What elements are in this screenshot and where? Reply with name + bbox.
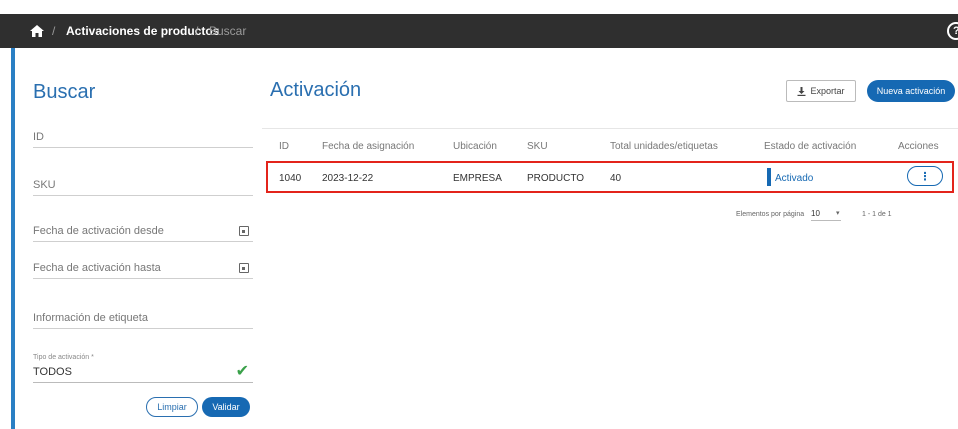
- id-field[interactable]: ID: [33, 126, 253, 148]
- column-header-estado-de-activacion[interactable]: Estado de activación: [764, 141, 856, 152]
- column-header-fecha-de-asignacion[interactable]: Fecha de asignación: [322, 141, 414, 152]
- id-field-placeholder: ID: [33, 131, 44, 143]
- tipo-activacion-value: TODOS: [33, 366, 72, 378]
- breadcrumb-separator: /: [52, 24, 56, 38]
- home-icon[interactable]: [30, 14, 44, 48]
- breadcrumb-current-buscar: Buscar: [209, 24, 247, 38]
- chevron-down-icon[interactable]: ▾: [836, 209, 840, 217]
- sku-field-placeholder: SKU: [33, 179, 56, 191]
- fecha-desde-placeholder: Fecha de activación desde: [33, 225, 164, 237]
- exportar-label: Exportar: [810, 86, 845, 96]
- column-header-id[interactable]: ID: [279, 141, 289, 152]
- limpiar-button[interactable]: Limpiar: [146, 397, 198, 417]
- sku-field[interactable]: SKU: [33, 174, 253, 196]
- page-title: Activación: [270, 79, 362, 101]
- info-etiqueta-placeholder: Información de etiqueta: [33, 312, 148, 324]
- column-header-acciones: Acciones: [898, 141, 939, 152]
- status-badge: Activado: [775, 173, 814, 184]
- validar-button[interactable]: Validar: [202, 397, 250, 417]
- fecha-hasta-field[interactable]: Fecha de activación hasta: [33, 257, 253, 279]
- help-circle-icon[interactable]: ?: [947, 22, 958, 40]
- tipo-activacion-select[interactable]: TODOS ✔: [33, 363, 253, 383]
- row-cell-total: 40: [610, 173, 622, 184]
- row-cell-fecha: 2023-12-22: [322, 173, 374, 184]
- check-icon: ✔: [235, 363, 249, 380]
- row-cell-sku: PRODUCTO: [527, 173, 585, 184]
- status-indicator: [767, 168, 771, 186]
- pagination-range: 1 - 1 de 1: [862, 211, 892, 218]
- nueva-activacion-button[interactable]: Nueva activación: [867, 80, 955, 102]
- exportar-button[interactable]: Exportar: [786, 80, 856, 102]
- left-accent-bar: [11, 48, 15, 429]
- column-header-sku[interactable]: SKU: [527, 141, 548, 152]
- download-icon: [797, 86, 806, 96]
- row-cell-ubicacion: EMPRESA: [453, 173, 502, 184]
- search-panel-title: Buscar: [33, 81, 96, 103]
- row-cell-id: 1040: [279, 173, 302, 184]
- tipo-activacion-label: Tipo de activación *: [33, 354, 94, 361]
- pagination-items-per-page-label: Elementos por página: [736, 211, 805, 218]
- calendar-icon[interactable]: [239, 226, 249, 236]
- column-header-ubicacion[interactable]: Ubicación: [453, 141, 497, 152]
- info-etiqueta-field[interactable]: Información de etiqueta: [33, 307, 253, 329]
- fecha-hasta-placeholder: Fecha de activación hasta: [33, 262, 161, 274]
- breadcrumb-separator: /: [195, 24, 199, 38]
- fecha-desde-field[interactable]: Fecha de activación desde: [33, 220, 253, 242]
- column-header-total-unidades[interactable]: Total unidades/etiquetas: [610, 141, 718, 152]
- items-per-page-value: 10: [811, 209, 820, 218]
- more-vertical-icon[interactable]: ⋮: [907, 166, 943, 186]
- calendar-icon[interactable]: [239, 263, 249, 273]
